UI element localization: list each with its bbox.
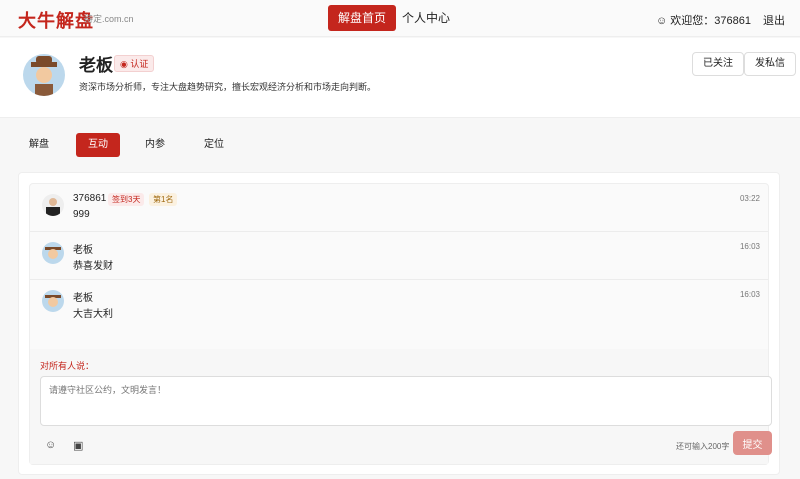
message-button[interactable]: 发私信 [744, 52, 796, 76]
message-text: 大吉大利 [73, 309, 113, 320]
nav-home[interactable]: 解盘首页 [328, 5, 397, 31]
message-item: 376861 签到3天 第1名 999 03:22 [30, 184, 768, 232]
message-text: 恭喜发财 [73, 261, 113, 272]
message-item: 老板 恭喜发财 16:03 [30, 232, 768, 280]
message-text: 999 [73, 209, 90, 220]
logout-link[interactable]: 退出 [763, 12, 785, 28]
composer-label: 对所有人说： [40, 361, 95, 371]
tab-insider[interactable]: 内参 [133, 133, 177, 157]
composer: 对所有人说： ☺ ▣ 还可输入200字 提交 [30, 349, 772, 464]
top-nav: 大牛解盘 待定.com.cn 解盘首页 个人中心 ☺ 欢迎您：376861 退出 [0, 0, 800, 37]
char-count: 还可输入200字 [676, 442, 730, 451]
tab-jiepan[interactable]: 解盘 [17, 133, 61, 157]
domain-text: 待定.com.cn [84, 14, 134, 24]
profile-bio: 资深市场分析师，专注大盘趋势研究，擅长宏观经济分析和市场走向判断。 [79, 82, 377, 92]
avatar [23, 54, 65, 96]
image-icon[interactable]: ▣ [73, 439, 83, 452]
user-icon: ☺ [656, 15, 671, 27]
submit-button[interactable]: 提交 [733, 431, 772, 455]
nav-personal-center[interactable]: 个人中心 [392, 5, 460, 31]
avatar [42, 290, 64, 312]
message-time: 03:22 [739, 194, 760, 203]
message-input[interactable] [40, 376, 772, 426]
message-time: 16:03 [739, 242, 760, 251]
message-author: 老板 [73, 293, 93, 304]
checkin-badge: 签到3天 [108, 193, 145, 206]
welcome-text: 欢迎您：376861 [670, 15, 752, 27]
logo[interactable]: 大牛解盘 [18, 7, 94, 33]
profile-header: 老板 ◉ 认证 资深市场分析师，专注大盘趋势研究，擅长宏观经济分析和市场走向判断… [0, 38, 800, 118]
message-time: 16:03 [739, 290, 760, 299]
avatar [42, 242, 64, 264]
emoji-icon[interactable]: ☺ [45, 439, 56, 451]
rank-badge: 第1名 [149, 193, 178, 206]
interaction-panel: 376861 签到3天 第1名 999 03:22 老板 恭喜发财 16:03 … [18, 172, 780, 475]
badge-label: 认证 [130, 59, 149, 69]
message-board: 376861 签到3天 第1名 999 03:22 老板 恭喜发财 16:03 … [29, 183, 772, 465]
message-author: 376861 [73, 193, 107, 204]
message-author: 老板 [73, 245, 93, 256]
follow-button[interactable]: 已关注 [692, 52, 744, 76]
message-item: 老板 大吉大利 16:03 [30, 280, 768, 328]
tab-position[interactable]: 定位 [192, 133, 236, 157]
check-circle-icon: ◉ [120, 59, 131, 69]
profile-name: 老板 [79, 56, 113, 75]
tab-interaction[interactable]: 互动 [76, 133, 120, 157]
verified-badge: ◉ 认证 [114, 55, 155, 72]
user-welcome[interactable]: ☺ 欢迎您：376861 [656, 12, 751, 28]
avatar [42, 194, 64, 216]
